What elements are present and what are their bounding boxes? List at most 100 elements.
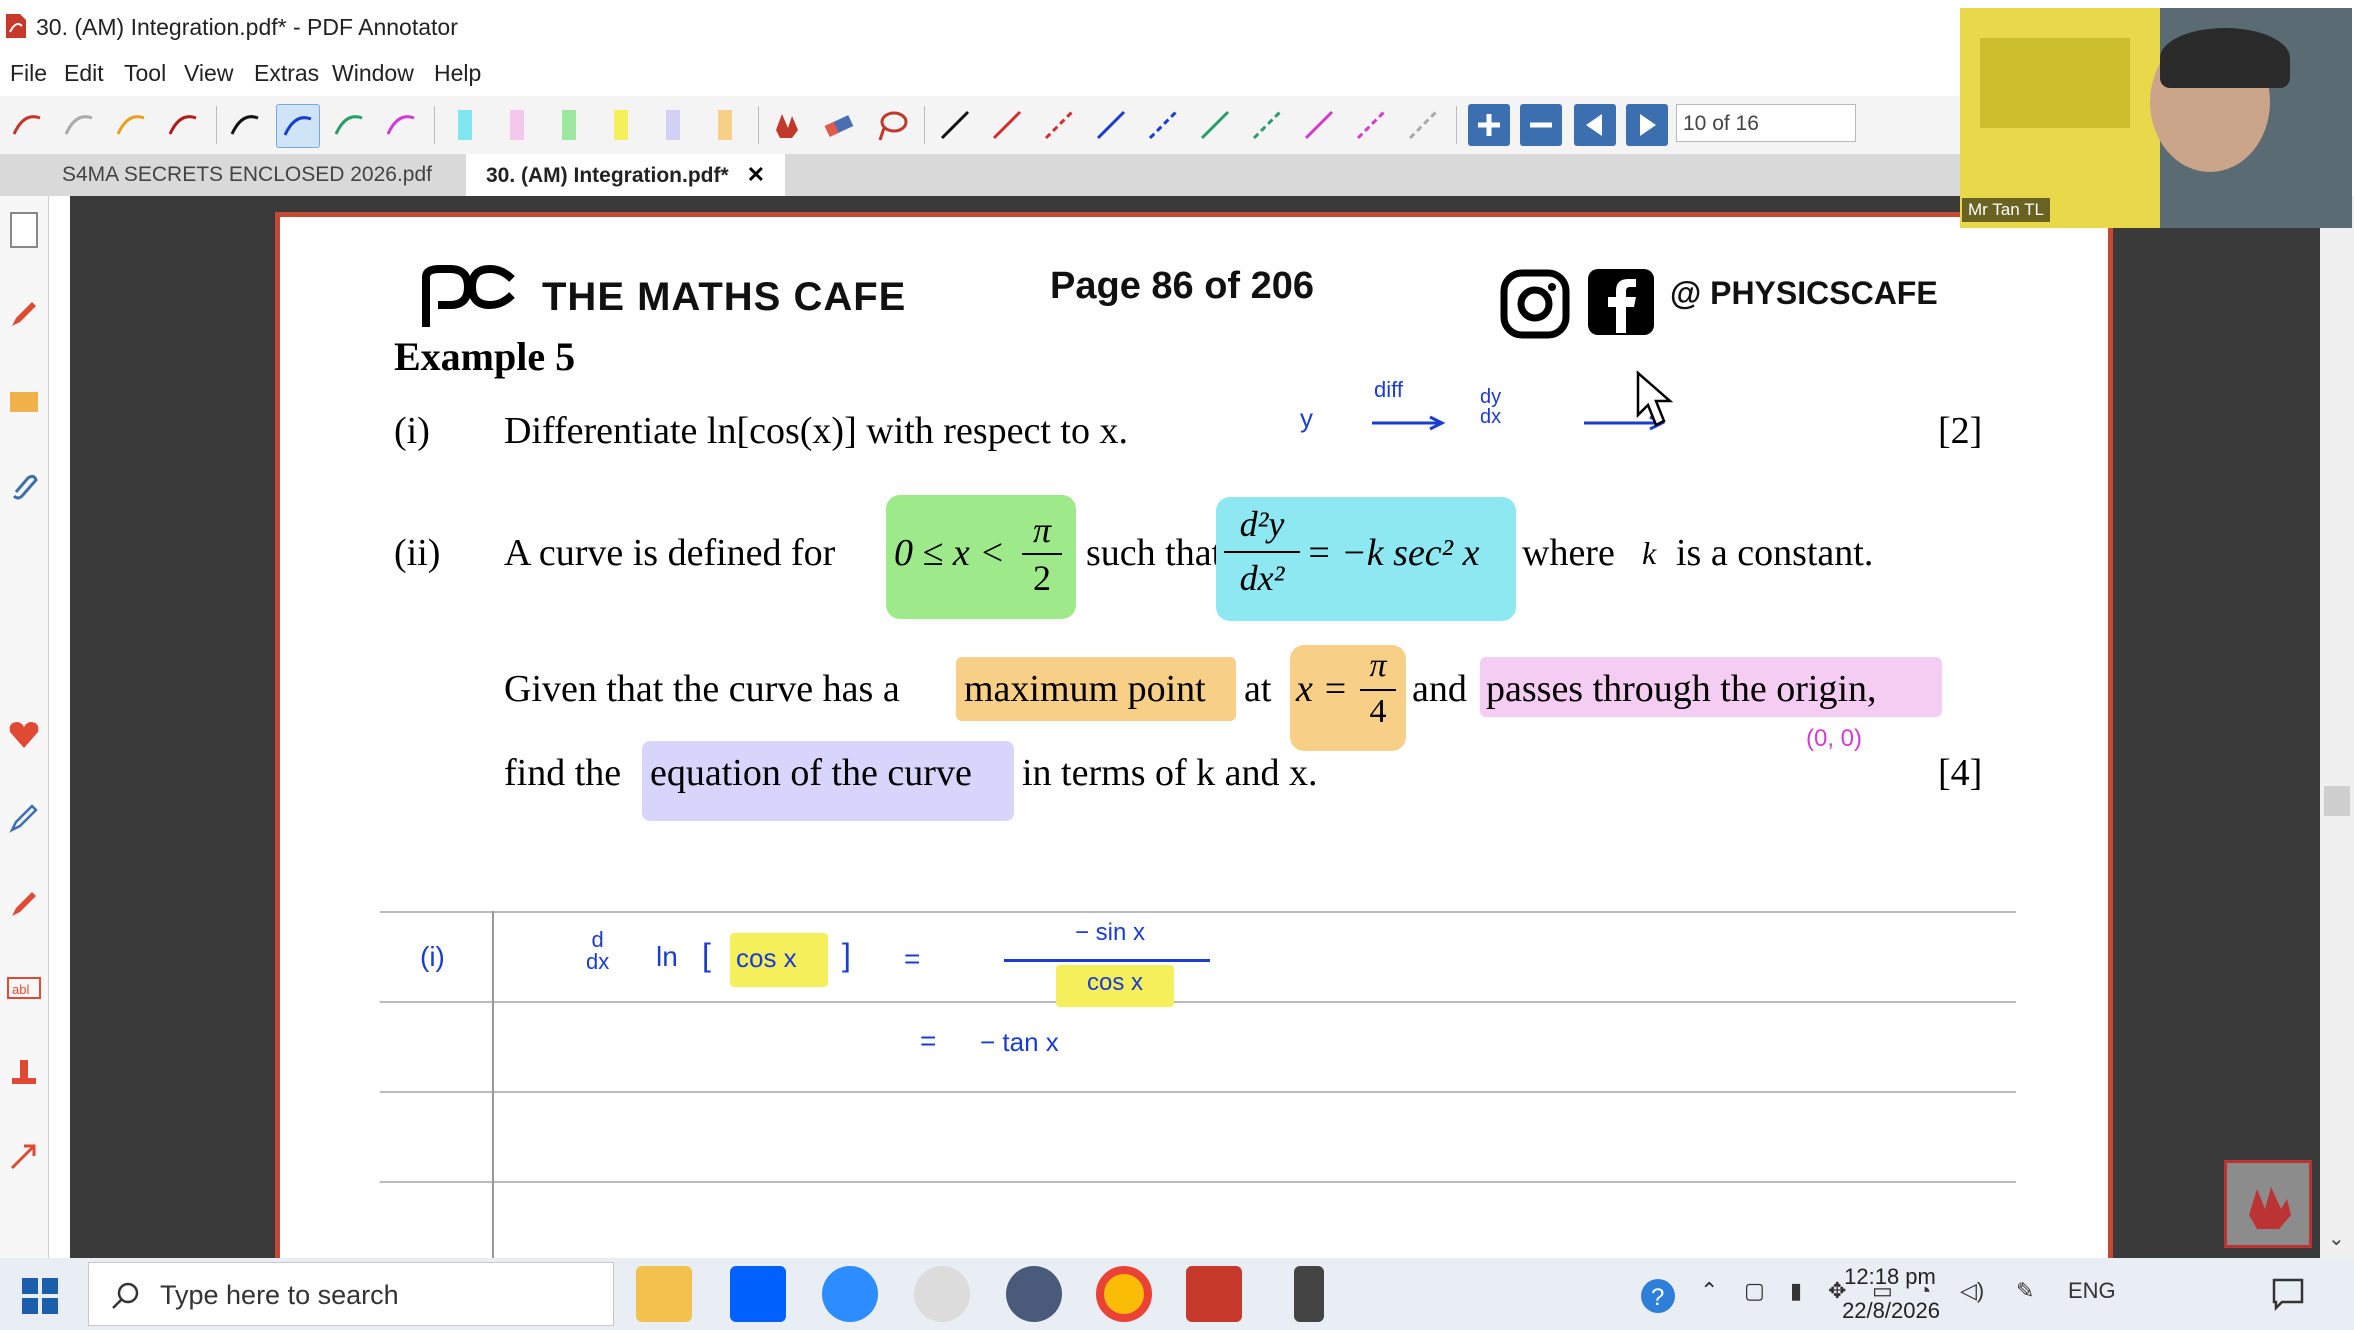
pen-tray-icon[interactable]: ✎ xyxy=(2016,1278,2034,1304)
app-icon[interactable] xyxy=(1006,1266,1062,1322)
dashed-line-blue-tool[interactable] xyxy=(1142,104,1184,146)
pen-gray-tool[interactable] xyxy=(58,104,100,146)
stamp-icon[interactable] xyxy=(6,1054,42,1090)
webcam-hair xyxy=(2160,28,2290,88)
line-green-tool[interactable] xyxy=(1194,104,1236,146)
scroll-down-icon[interactable]: ⌄ xyxy=(2328,1226,2345,1251)
highlighter-pink-tool[interactable] xyxy=(496,104,538,146)
part-ii-line3-b: in terms of k and x. xyxy=(1022,752,1318,794)
part-i-question: Differentiate ln[cos(x)] with respect to… xyxy=(504,410,1128,452)
brand-name: THE MATHS CAFE xyxy=(542,275,907,319)
heart-icon[interactable] xyxy=(6,716,42,752)
pencil-icon[interactable] xyxy=(6,296,42,332)
svg-text:?: ? xyxy=(1651,1284,1664,1311)
line-magenta-tool[interactable] xyxy=(1298,104,1340,146)
menu-window[interactable]: Window xyxy=(332,60,414,87)
part-ii-line1-c: where xyxy=(1522,532,1615,574)
pen-orange-tool[interactable] xyxy=(110,104,152,146)
webcam-video xyxy=(1960,8,2352,228)
pen-black-tool[interactable] xyxy=(224,104,266,146)
social-handle: @ PHYSICSCAFE xyxy=(1670,275,1938,311)
line-icon xyxy=(940,110,970,140)
line-blue-tool[interactable] xyxy=(1090,104,1132,146)
x-pi: π xyxy=(1369,647,1387,684)
webcam-shelf xyxy=(1980,38,2130,128)
menu-file[interactable]: File xyxy=(10,60,47,87)
lasso-tool[interactable] xyxy=(870,104,912,146)
eraser-icon xyxy=(824,115,854,137)
dashed-line-gray-tool[interactable] xyxy=(1402,104,1444,146)
notifications-icon[interactable] xyxy=(2270,1276,2306,1312)
dashed-line-red-tool[interactable] xyxy=(1038,104,1080,146)
pdf-page: THE MATHS CAFE Page 86 of 206 @ PHYSICSC… xyxy=(275,212,2113,1263)
fraction-bar xyxy=(1224,551,1300,553)
microphone-icon[interactable]: ▮ xyxy=(1790,1278,1802,1304)
passes-origin-text: passes through the origin, xyxy=(1486,668,1877,710)
previous-page-button[interactable] xyxy=(1574,104,1616,146)
arrow-icon[interactable] xyxy=(6,1138,42,1174)
floating-hand-button[interactable] xyxy=(2224,1160,2312,1248)
ink-origin: (0, 0) xyxy=(1806,725,1863,752)
highlighter-icon xyxy=(562,110,576,140)
clock-date[interactable]: 22/8/2026 xyxy=(1816,1298,1966,1324)
part-i-marks: [2] xyxy=(1938,410,1983,452)
pen-icon xyxy=(168,115,197,135)
hand-tool[interactable] xyxy=(766,104,808,146)
pen-darkred-tool[interactable] xyxy=(162,104,204,146)
highlighter-orange-tool[interactable] xyxy=(704,104,746,146)
chrome-icon[interactable] xyxy=(1096,1266,1152,1322)
close-tab-icon[interactable]: ✕ xyxy=(747,162,765,187)
page-thumbnail-icon[interactable] xyxy=(10,212,38,248)
meet-now-icon[interactable]: ▢ xyxy=(1744,1278,1765,1304)
pen-red-tool[interactable] xyxy=(6,104,48,146)
file-explorer-icon[interactable] xyxy=(636,1266,692,1322)
pen-icon xyxy=(64,115,93,135)
paperclip-icon[interactable] xyxy=(6,468,42,504)
line-red-tool[interactable] xyxy=(986,104,1028,146)
highlighter-icon xyxy=(718,110,732,140)
calculator-icon[interactable] xyxy=(1294,1266,1324,1322)
text-box-icon[interactable]: abl xyxy=(6,970,42,1006)
pen-magenta-tool[interactable] xyxy=(380,104,422,146)
folder-icon[interactable] xyxy=(6,382,42,418)
part-ii-line1-b: such that xyxy=(1086,532,1223,574)
highlighter-icon xyxy=(666,110,680,140)
pdf-annotator-taskbar-icon[interactable] xyxy=(1186,1266,1242,1322)
menu-view[interactable]: View xyxy=(184,60,233,87)
highlighter-cyan-tool[interactable] xyxy=(444,104,486,146)
next-page-button[interactable] xyxy=(1626,104,1668,146)
highlighter-yellow-tool[interactable] xyxy=(600,104,642,146)
x-four: 4 xyxy=(1369,693,1387,730)
menu-help[interactable]: Help xyxy=(434,60,481,87)
zoom-out-button[interactable] xyxy=(1520,104,1562,146)
pen-green-tool[interactable] xyxy=(328,104,370,146)
eraser-tool[interactable] xyxy=(818,104,860,146)
answer-rule xyxy=(380,1091,2016,1093)
clock-app-icon[interactable] xyxy=(914,1266,970,1322)
menu-tool[interactable]: Tool xyxy=(124,60,166,87)
clock-time[interactable]: 12:18 pm xyxy=(1830,1264,1950,1290)
chevron-up-icon[interactable]: ⌃ xyxy=(1700,1278,1718,1304)
pen-tool-icon[interactable] xyxy=(6,800,42,836)
line-black-tool[interactable] xyxy=(934,104,976,146)
page-number-input[interactable]: 10 of 16 xyxy=(1676,104,1856,142)
zoom-in-button[interactable] xyxy=(1468,104,1510,146)
help-icon[interactable]: ? xyxy=(1640,1278,1676,1314)
pen-blue-tool-selected[interactable] xyxy=(276,104,320,148)
zoom-icon[interactable] xyxy=(822,1266,878,1322)
menu-edit[interactable]: Edit xyxy=(64,60,104,87)
highlighter-side-icon[interactable] xyxy=(6,886,42,922)
highlighter-lavender-tool[interactable] xyxy=(652,104,694,146)
dashed-line-icon xyxy=(1044,110,1074,140)
tab-s4ma-secrets[interactable]: S4MA SECRETS ENCLOSED 2026.pdf xyxy=(42,154,452,196)
scrollbar-thumb[interactable] xyxy=(2324,786,2350,816)
tab-am-integration[interactable]: 30. (AM) Integration.pdf* ✕ xyxy=(466,154,786,196)
vertical-scrollbar[interactable]: ⌄ xyxy=(2320,196,2354,1258)
windows-start-icon[interactable] xyxy=(22,1278,58,1314)
dropbox-icon[interactable] xyxy=(730,1266,786,1322)
highlighter-green-tool[interactable] xyxy=(548,104,590,146)
language-indicator[interactable]: ENG xyxy=(2068,1278,2116,1304)
dashed-line-green-tool[interactable] xyxy=(1246,104,1288,146)
menu-extras[interactable]: Extras xyxy=(254,60,319,87)
dashed-line-magenta-tool[interactable] xyxy=(1350,104,1392,146)
